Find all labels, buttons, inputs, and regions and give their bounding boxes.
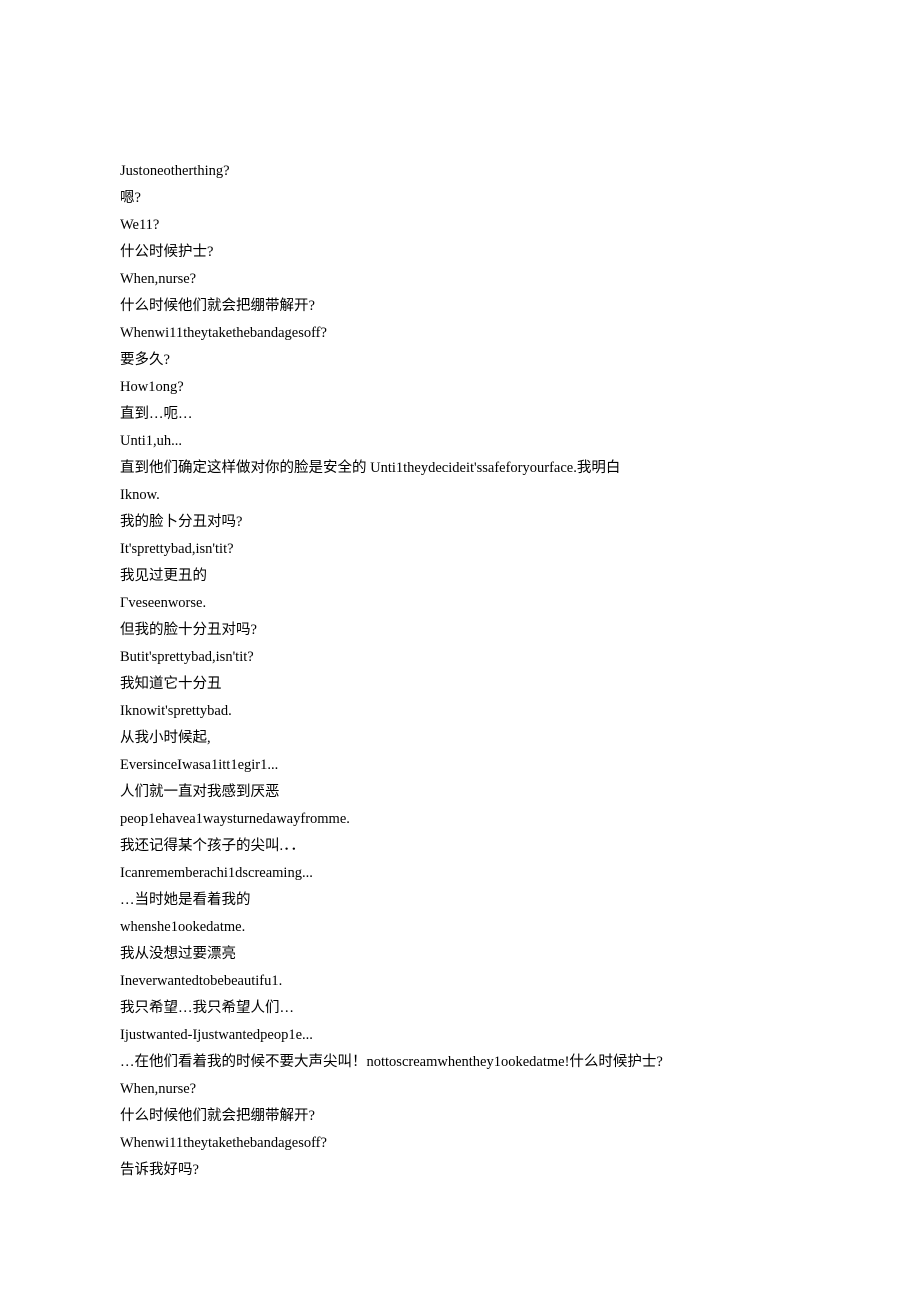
text-line: Iknow. (120, 482, 800, 509)
text-line: 直到…呃… (120, 401, 800, 428)
text-line: 什公时候护士? (120, 239, 800, 266)
text-line: Ineverwantedtobebeautifu1. (120, 968, 800, 995)
text-line: Icanrememberachi1dscreaming... (120, 860, 800, 887)
text-line: How1ong? (120, 374, 800, 401)
text-line: Ijustwanted-Ijustwantedpeop1e... (120, 1022, 800, 1049)
text-line: 告诉我好吗? (120, 1157, 800, 1184)
text-line: We11? (120, 212, 800, 239)
text-line: 我知道它十分丑 (120, 671, 800, 698)
text-line: 我从没想过要漂亮 (120, 941, 800, 968)
text-line: 直到他们确定这样做对你的脸是安全的 Unti1theydecideit'ssaf… (120, 455, 800, 482)
text-line: EversinceIwasa1itt1egir1... (120, 752, 800, 779)
text-line: 从我小时候起, (120, 725, 800, 752)
text-line: 我只希望…我只希望人们… (120, 995, 800, 1022)
text-line: 什么时候他们就会把绷带解开? (120, 293, 800, 320)
text-line: …在他们看着我的时候不要大声尖叫！nottoscreamwhenthey1ook… (120, 1049, 800, 1076)
document-page: Justoneotherthing? 嗯? We11? 什公时候护士? When… (0, 0, 920, 1264)
text-line: When,nurse? (120, 1076, 800, 1103)
text-line: Unti1,uh... (120, 428, 800, 455)
text-line: Iknowit'sprettybad. (120, 698, 800, 725)
text-line: …当时她是看着我的 (120, 887, 800, 914)
text-line: Whenwi11theytakethebandagesoff? (120, 320, 800, 347)
text-line: Whenwi11theytakethebandagesoff? (120, 1130, 800, 1157)
text-line: 我的脸卜分丑对吗? (120, 509, 800, 536)
text-line: 我还记得某个孩子的尖叫.．． (120, 833, 800, 860)
text-line: 人们就一直对我感到厌恶 (120, 779, 800, 806)
text-line: Гveseenworse. (120, 590, 800, 617)
text-line: peop1ehavea1waysturnedawayfromme. (120, 806, 800, 833)
text-line: It'sprettybad,isn'tit? (120, 536, 800, 563)
text-line: 我见过更丑的 (120, 563, 800, 590)
text-line: Butit'sprettybad,isn'tit? (120, 644, 800, 671)
text-line: 但我的脸十分丑对吗? (120, 617, 800, 644)
text-line: 什么时候他们就会把绷带解开? (120, 1103, 800, 1130)
text-line: When,nurse? (120, 266, 800, 293)
text-line: 要多久? (120, 347, 800, 374)
text-line: whenshe1ookedatme. (120, 914, 800, 941)
text-line: 嗯? (120, 185, 800, 212)
text-line: Justoneotherthing? (120, 158, 800, 185)
